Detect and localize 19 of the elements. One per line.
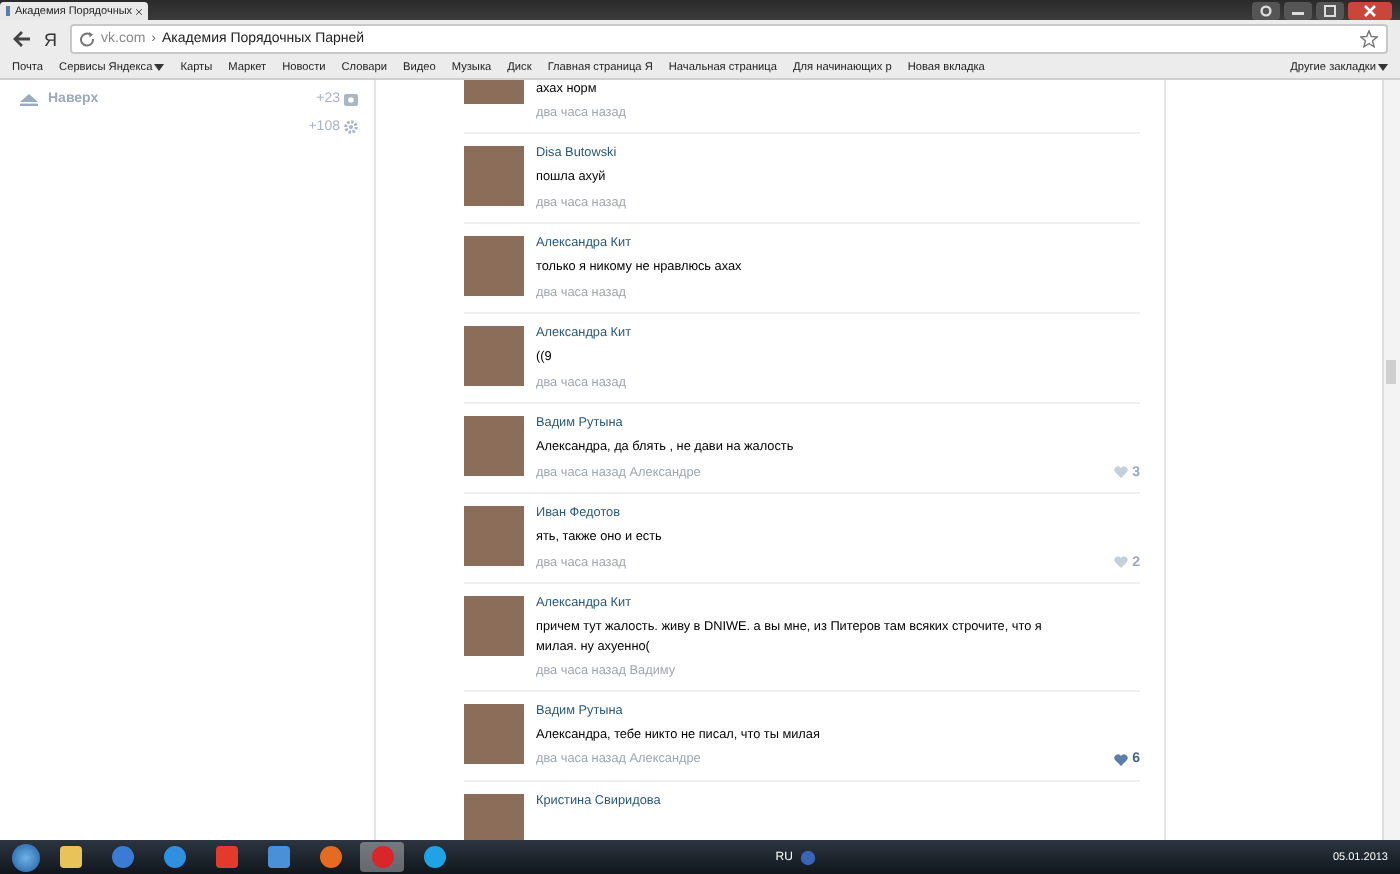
back-arrow-icon[interactable] xyxy=(12,30,32,48)
close-icon[interactable] xyxy=(1348,1,1392,19)
photo-icon xyxy=(344,93,358,105)
caret-icon xyxy=(154,64,165,72)
reload-icon[interactable] xyxy=(79,31,95,47)
maximize-icon[interactable] xyxy=(1316,1,1344,19)
site-icon xyxy=(6,6,11,16)
minimize-icon[interactable] xyxy=(1284,1,1312,19)
settings-icon[interactable] xyxy=(1252,1,1280,19)
start-button[interactable] xyxy=(12,843,40,871)
caret-icon xyxy=(1378,64,1388,72)
scrollbar[interactable] xyxy=(1382,80,1400,840)
help-icon[interactable] xyxy=(800,849,817,865)
up-arrow-icon xyxy=(20,93,38,105)
yandex-button[interactable]: Я xyxy=(40,29,61,49)
photo-placeholder[interactable] xyxy=(464,793,524,840)
gear-icon xyxy=(344,120,358,134)
star-icon[interactable] xyxy=(1360,30,1378,48)
close-icon[interactable] xyxy=(136,5,142,17)
